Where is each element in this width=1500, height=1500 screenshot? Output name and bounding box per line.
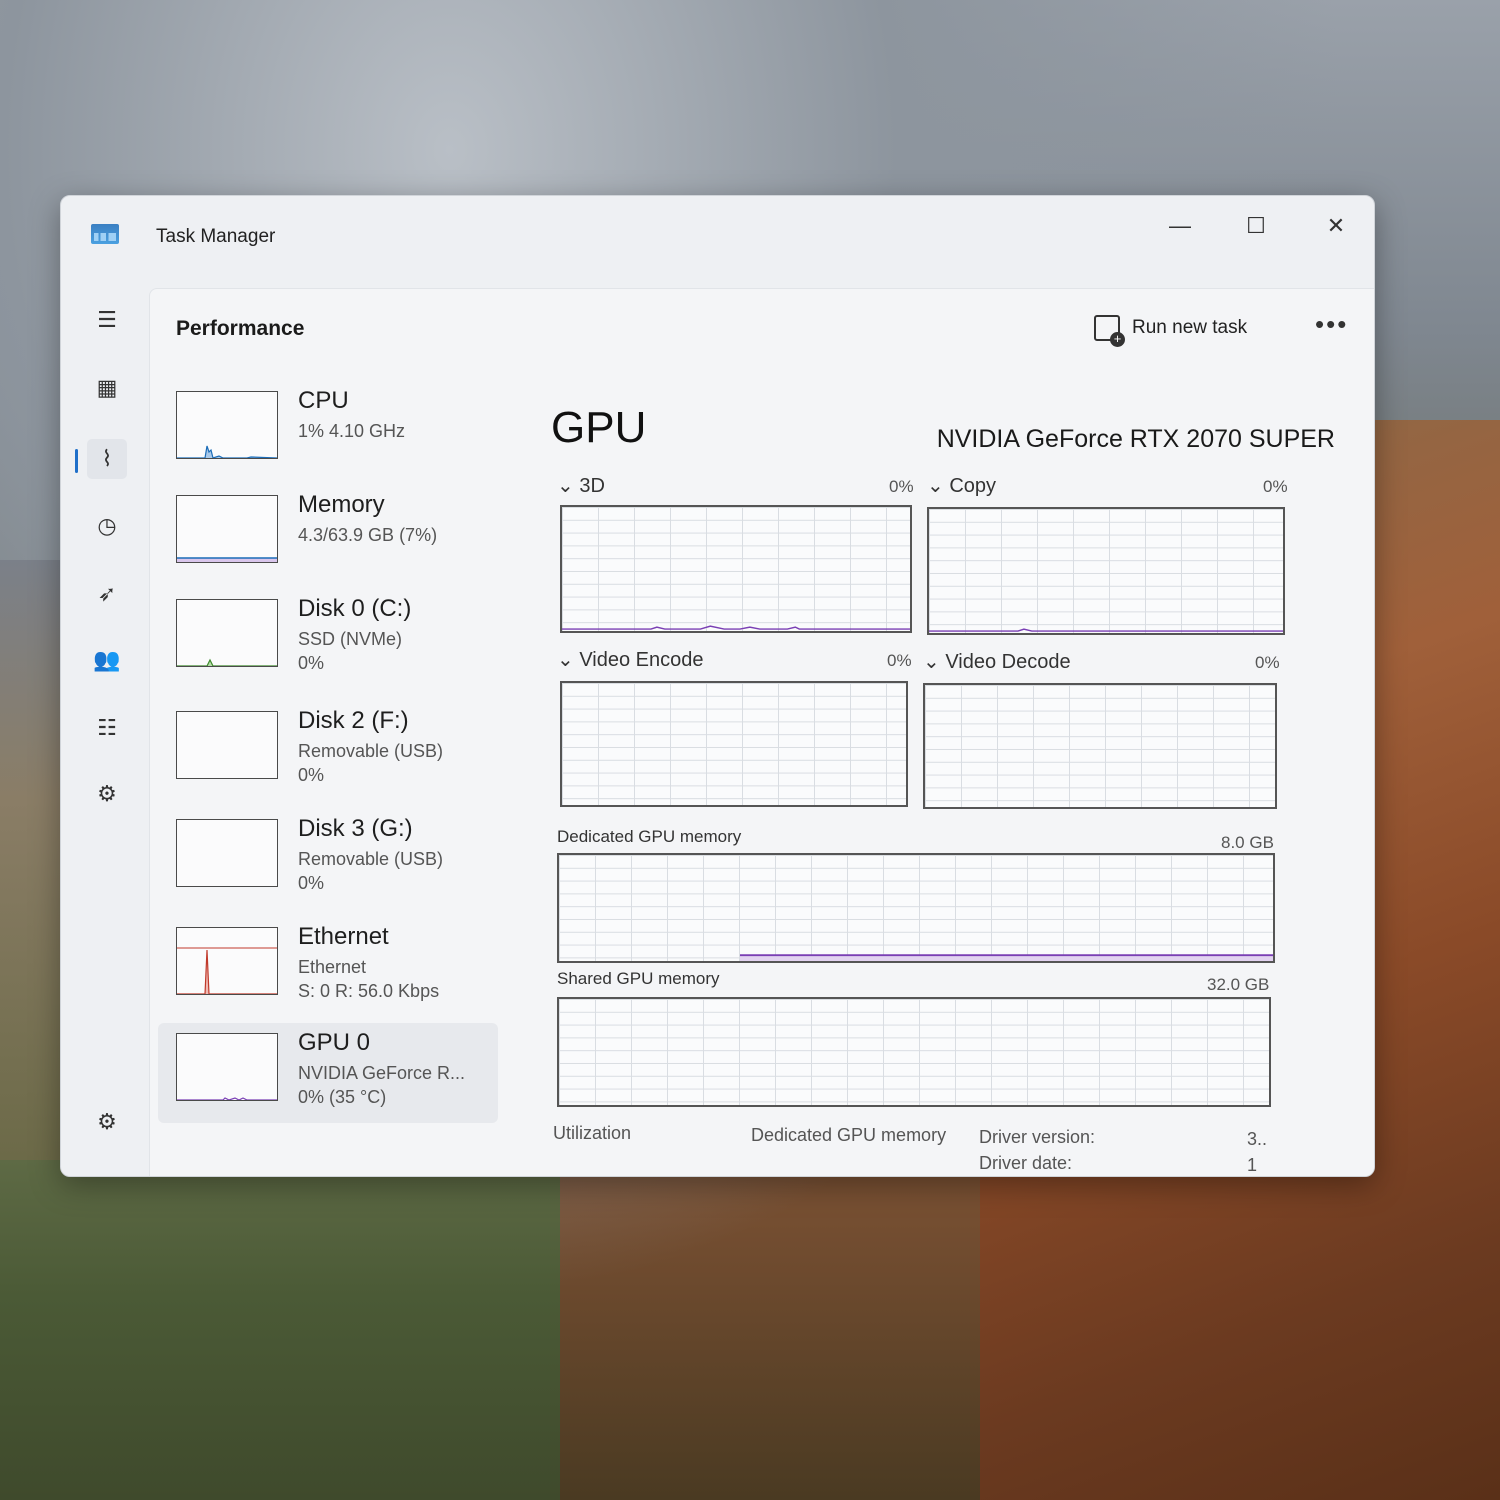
shared-memory-label: Shared GPU memory xyxy=(557,969,720,988)
gpu-model-name: NVIDIA GeForce RTX 2070 SUPER xyxy=(936,425,1335,453)
chevron-down-icon: ⌄ xyxy=(557,475,580,497)
disk-2-thumbnail-graph xyxy=(176,711,278,779)
device-usage: 0% xyxy=(298,653,325,673)
maximize-button[interactable]: ☐ xyxy=(1231,206,1281,246)
disk-0-thumbnail-graph xyxy=(176,599,278,667)
task-manager-app-icon xyxy=(91,224,119,244)
device-name: CPU xyxy=(298,387,349,414)
performance-icon[interactable]: ⌇ xyxy=(87,439,127,479)
engine-label: 3D xyxy=(579,475,605,497)
device-name: Ethernet xyxy=(298,923,389,950)
device-name: Disk 3 (G:) xyxy=(298,815,413,842)
services-icon[interactable]: ⚙ xyxy=(87,774,127,814)
dedicated-memory-max: 8.0 GB xyxy=(1221,833,1274,852)
engine-label: Video Encode xyxy=(579,649,704,671)
device-type: Removable (USB) xyxy=(298,741,444,761)
driver-date-label: Driver date: xyxy=(979,1153,1073,1173)
device-list: CPU 1% 4.10 GHz Memory 4.3/63.9 GB (7%) xyxy=(158,381,506,1171)
device-name: Disk 0 (C:) xyxy=(298,595,412,622)
app-history-icon[interactable]: ◷ xyxy=(87,506,127,546)
gpu-0-thumbnail-graph xyxy=(176,1033,278,1101)
window-title: Task Manager xyxy=(156,226,276,247)
details-icon[interactable]: ☷ xyxy=(87,708,127,748)
engine-3d-graph xyxy=(560,505,912,633)
dedicated-memory-stat-label: Dedicated GPU memory xyxy=(751,1125,947,1145)
device-disk-3[interactable]: Disk 3 (G:) Removable (USB) 0% xyxy=(158,809,498,909)
page-header: Performance Run new task ••• xyxy=(150,289,1374,373)
driver-date-value: 1 xyxy=(1247,1155,1258,1175)
utilization-label: Utilization xyxy=(553,1123,632,1143)
device-disk-2[interactable]: Disk 2 (F:) Removable (USB) 0% xyxy=(158,701,498,801)
engine-label: Copy xyxy=(949,475,997,497)
device-type: Removable (USB) xyxy=(298,849,444,869)
engine-video-encode-selector[interactable]: ⌄ Video Encode xyxy=(557,647,704,672)
engine-video-encode-graph xyxy=(560,681,908,807)
device-usage: 0% xyxy=(298,765,325,785)
engine-3d-selector[interactable]: ⌄ 3D xyxy=(557,473,605,498)
memory-thumbnail-graph xyxy=(176,495,278,563)
device-type: SSD (NVMe) xyxy=(298,629,403,649)
device-name: Memory xyxy=(298,491,385,518)
device-gpu-0[interactable]: GPU 0 NVIDIA GeForce R... 0% (35 °C) xyxy=(158,1023,498,1123)
settings-icon[interactable]: ⚙ xyxy=(87,1102,127,1142)
startup-apps-icon[interactable]: ➶ xyxy=(87,574,127,614)
engine-percent: 0% xyxy=(887,651,912,670)
device-cpu[interactable]: CPU 1% 4.10 GHz xyxy=(158,381,498,481)
device-name: Disk 2 (F:) xyxy=(298,707,409,734)
device-ethernet[interactable]: Ethernet Ethernet S: 0 R: 56.0 Kbps xyxy=(158,917,498,1017)
cpu-thumbnail-graph xyxy=(176,391,278,459)
driver-version-value: 3.. xyxy=(1247,1129,1268,1149)
close-button[interactable]: ✕ xyxy=(1311,206,1361,246)
chevron-down-icon: ⌄ xyxy=(923,651,946,673)
engine-copy-graph xyxy=(927,507,1285,635)
engine-video-decode-graph xyxy=(923,683,1277,809)
chevron-down-icon: ⌄ xyxy=(557,649,580,671)
shared-memory-max: 32.0 GB xyxy=(1207,975,1270,994)
engine-video-decode-selector[interactable]: ⌄ Video Decode xyxy=(923,649,1071,674)
device-detail: 4.3/63.9 GB (7%) xyxy=(298,525,438,545)
minimize-button[interactable]: — xyxy=(1155,206,1205,246)
run-task-icon xyxy=(1094,315,1125,347)
engine-percent: 0% xyxy=(1255,653,1280,672)
ethernet-thumbnail-graph xyxy=(176,927,278,995)
page-title: Performance xyxy=(176,317,305,340)
desktop-wallpaper-valley xyxy=(0,1160,560,1500)
disk-3-thumbnail-graph xyxy=(176,819,278,887)
dedicated-memory-label: Dedicated GPU memory xyxy=(557,827,742,846)
device-usage-temp: 0% (35 °C) xyxy=(298,1087,387,1107)
more-options-button[interactable]: ••• xyxy=(1315,309,1348,340)
engine-percent: 0% xyxy=(889,477,914,496)
engine-percent: 0% xyxy=(1263,477,1288,496)
dedicated-memory-graph xyxy=(557,853,1275,963)
device-usage: 0% xyxy=(298,873,325,893)
hamburger-menu-icon[interactable]: ☰ xyxy=(87,300,127,340)
task-manager-window: Task Manager — ☐ ✕ ☰ ▦ ⌇ ◷ ➶ 👥 ☷ ⚙ ⚙ Per… xyxy=(60,195,1375,1177)
gpu-heading: GPU xyxy=(551,403,647,452)
engine-copy-selector[interactable]: ⌄ Copy xyxy=(927,473,996,498)
navigation-rail: ☰ ▦ ⌇ ◷ ➶ 👥 ☷ ⚙ ⚙ xyxy=(61,284,149,1176)
device-name: GPU 0 xyxy=(298,1029,371,1056)
device-model: NVIDIA GeForce R... xyxy=(298,1063,466,1083)
run-new-task-button[interactable]: Run new task xyxy=(1094,315,1248,347)
performance-page: Performance Run new task ••• CPU 1% 4.10… xyxy=(149,288,1374,1176)
title-bar[interactable]: Task Manager — ☐ ✕ xyxy=(61,196,1374,284)
run-new-task-label: Run new task xyxy=(1132,317,1248,338)
chevron-down-icon: ⌄ xyxy=(927,475,950,497)
gpu-detail-panel: GPU NVIDIA GeForce RTX 2070 SUPER ⌄ 3D 0… xyxy=(545,381,1345,1176)
users-icon[interactable]: 👥 xyxy=(87,640,127,680)
engine-label: Video Decode xyxy=(945,651,1071,673)
driver-version-label: Driver version: xyxy=(979,1127,1096,1147)
shared-memory-graph xyxy=(557,997,1271,1107)
active-nav-indicator xyxy=(75,449,78,473)
device-disk-0[interactable]: Disk 0 (C:) SSD (NVMe) 0% xyxy=(158,589,498,689)
processes-icon[interactable]: ▦ xyxy=(87,368,127,408)
device-adapter: Ethernet xyxy=(298,957,367,977)
device-detail: 1% 4.10 GHz xyxy=(298,421,406,441)
device-memory[interactable]: Memory 4.3/63.9 GB (7%) xyxy=(158,485,498,585)
device-throughput: S: 0 R: 56.0 Kbps xyxy=(298,981,440,1001)
